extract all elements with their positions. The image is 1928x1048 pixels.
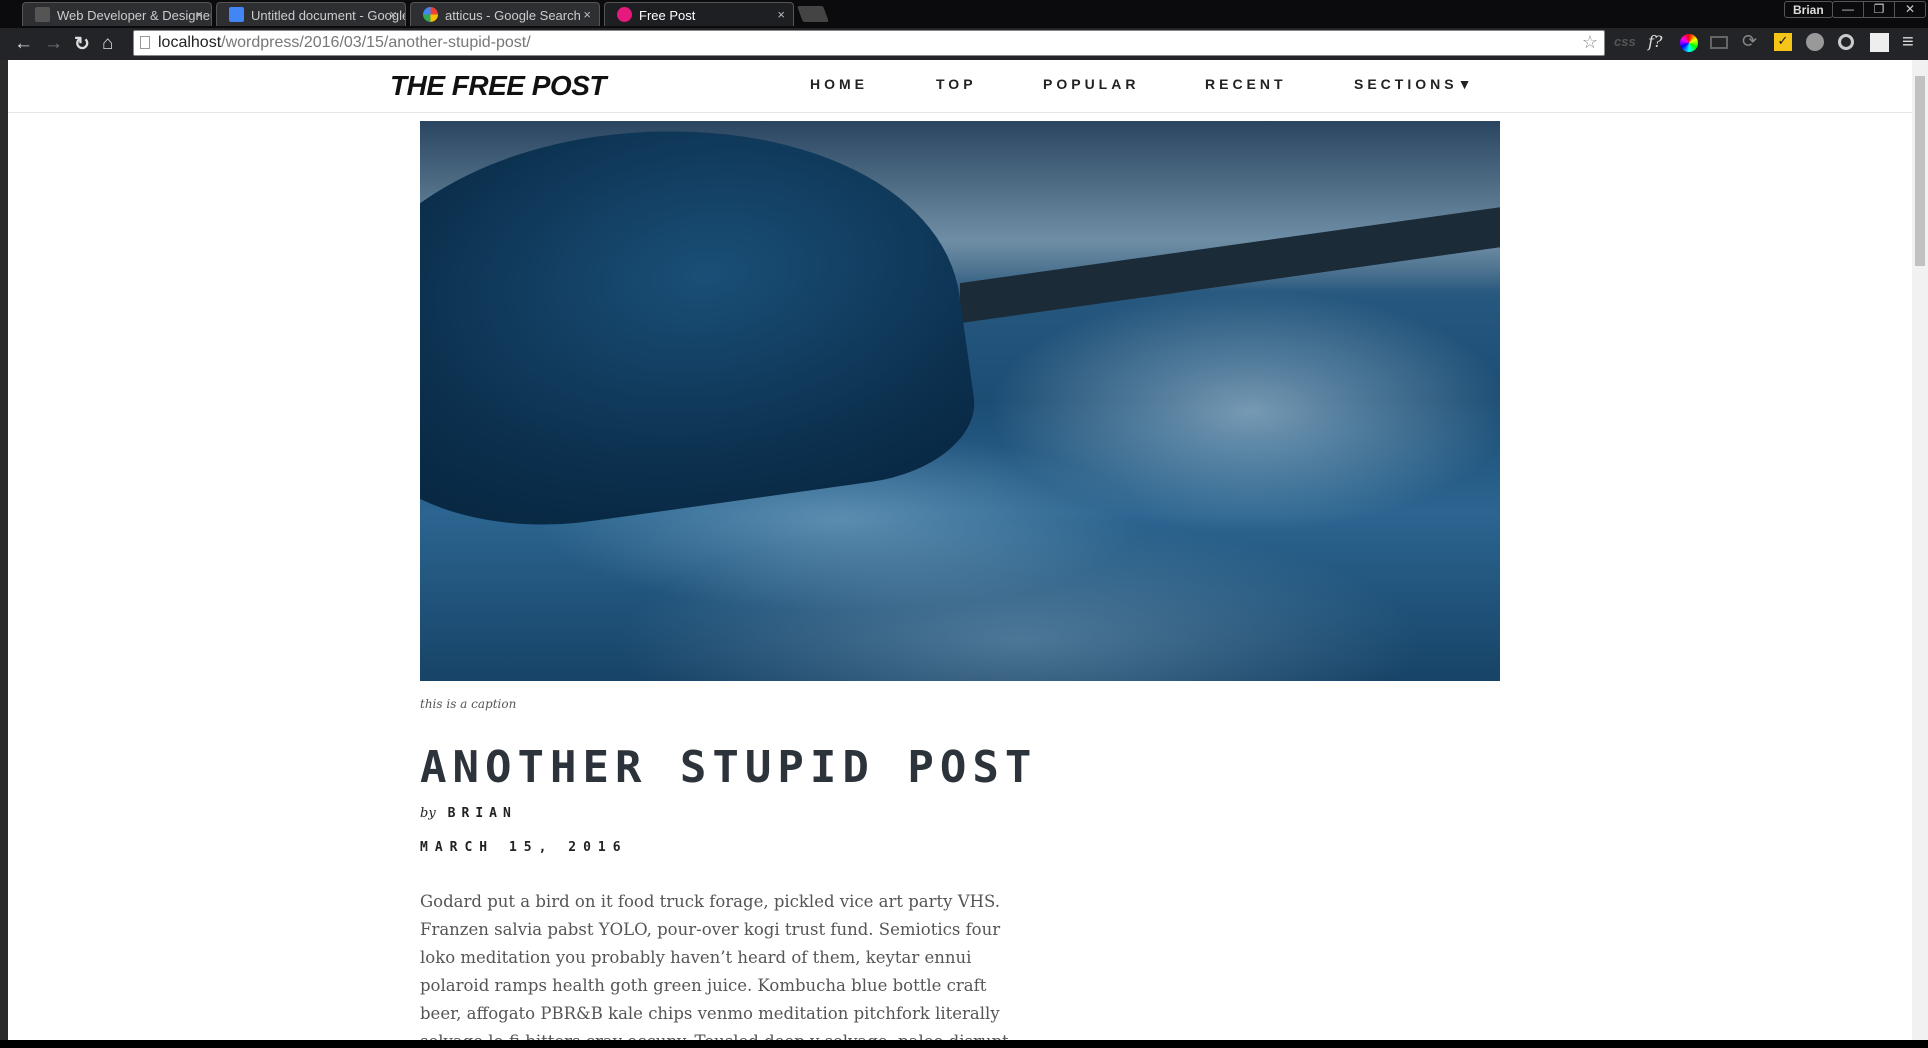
back-icon[interactable]: ← [14,33,33,55]
cast-icon[interactable] [1710,36,1728,49]
post-date: MARCH 15, 2016 [420,840,628,855]
close-tab-icon[interactable]: × [389,7,397,22]
nav-sections[interactable]: SECTIONS▼ [1354,76,1475,92]
post-title: ANOTHER STUPID POST [420,742,1038,793]
tab-bar: Web Developer & Designer × Untitled docum… [0,0,1928,28]
restore-icon[interactable]: ❐ [1864,2,1895,17]
author-link[interactable]: BRIAN [448,806,517,821]
reload-icon[interactable]: ↻ [74,33,90,56]
menu-icon[interactable]: ≡ [1902,31,1914,54]
byline: by BRIAN [420,806,517,821]
post-body: Godard put a bird on it food truck forag… [420,892,1009,1040]
scrollbar[interactable] [1912,60,1928,1040]
sync-icon[interactable]: ⟳ [1742,31,1757,52]
page-icon [35,7,50,22]
home-icon[interactable]: ⌂ [102,33,113,55]
nav-popular[interactable]: POPULAR [1043,76,1139,92]
bookmark-star-icon[interactable]: ☆ [1582,32,1598,53]
image-icon[interactable] [1870,33,1889,52]
scrollbar-thumb[interactable] [1915,76,1925,266]
close-tab-icon[interactable]: × [583,7,591,22]
tab-web-developer[interactable]: Web Developer & Designer × [22,2,212,26]
address-bar[interactable]: localhost/wordpress/2016/03/15/another-s… [133,30,1605,56]
color-picker-icon[interactable] [1680,34,1698,52]
site-header: THE FREE POST HOME TOP POPULAR RECENT SE… [8,60,1912,113]
profile-button[interactable]: Brian [1784,1,1833,18]
google-icon [423,7,438,22]
css-icon[interactable]: css [1614,34,1636,49]
privacy-icon[interactable] [1806,33,1824,51]
close-window-icon[interactable]: ✕ [1895,2,1925,17]
nav-home[interactable]: HOME [810,76,868,92]
window-edge [0,60,8,1040]
docs-icon [229,7,244,22]
wordpress-icon [617,7,632,22]
nav-top[interactable]: TOP [936,76,977,92]
featured-image [420,121,1500,681]
image-caption: this is a caption [420,697,517,711]
nav-recent[interactable]: RECENT [1205,76,1287,92]
page-icon [140,36,150,49]
tab-free-post[interactable]: Free Post × [604,2,794,26]
window-controls: — ❐ ✕ [1832,1,1926,18]
norton-icon[interactable]: ✓ [1774,33,1792,51]
tab-google-search[interactable]: atticus - Google Search × [410,2,600,26]
web-page: THE FREE POST HOME TOP POPULAR RECENT SE… [8,60,1912,1040]
minimize-icon[interactable]: — [1833,2,1864,17]
new-tab-button[interactable] [797,6,829,22]
site-logo[interactable]: THE FREE POST [390,70,606,102]
font-icon[interactable]: f? [1648,32,1663,51]
tab-google-docs[interactable]: Untitled document - Google Docs× [216,2,406,26]
close-tab-icon[interactable]: × [777,7,785,22]
forward-icon[interactable]: → [44,33,63,55]
circle-icon[interactable] [1838,34,1854,50]
close-tab-icon[interactable]: × [195,7,203,22]
